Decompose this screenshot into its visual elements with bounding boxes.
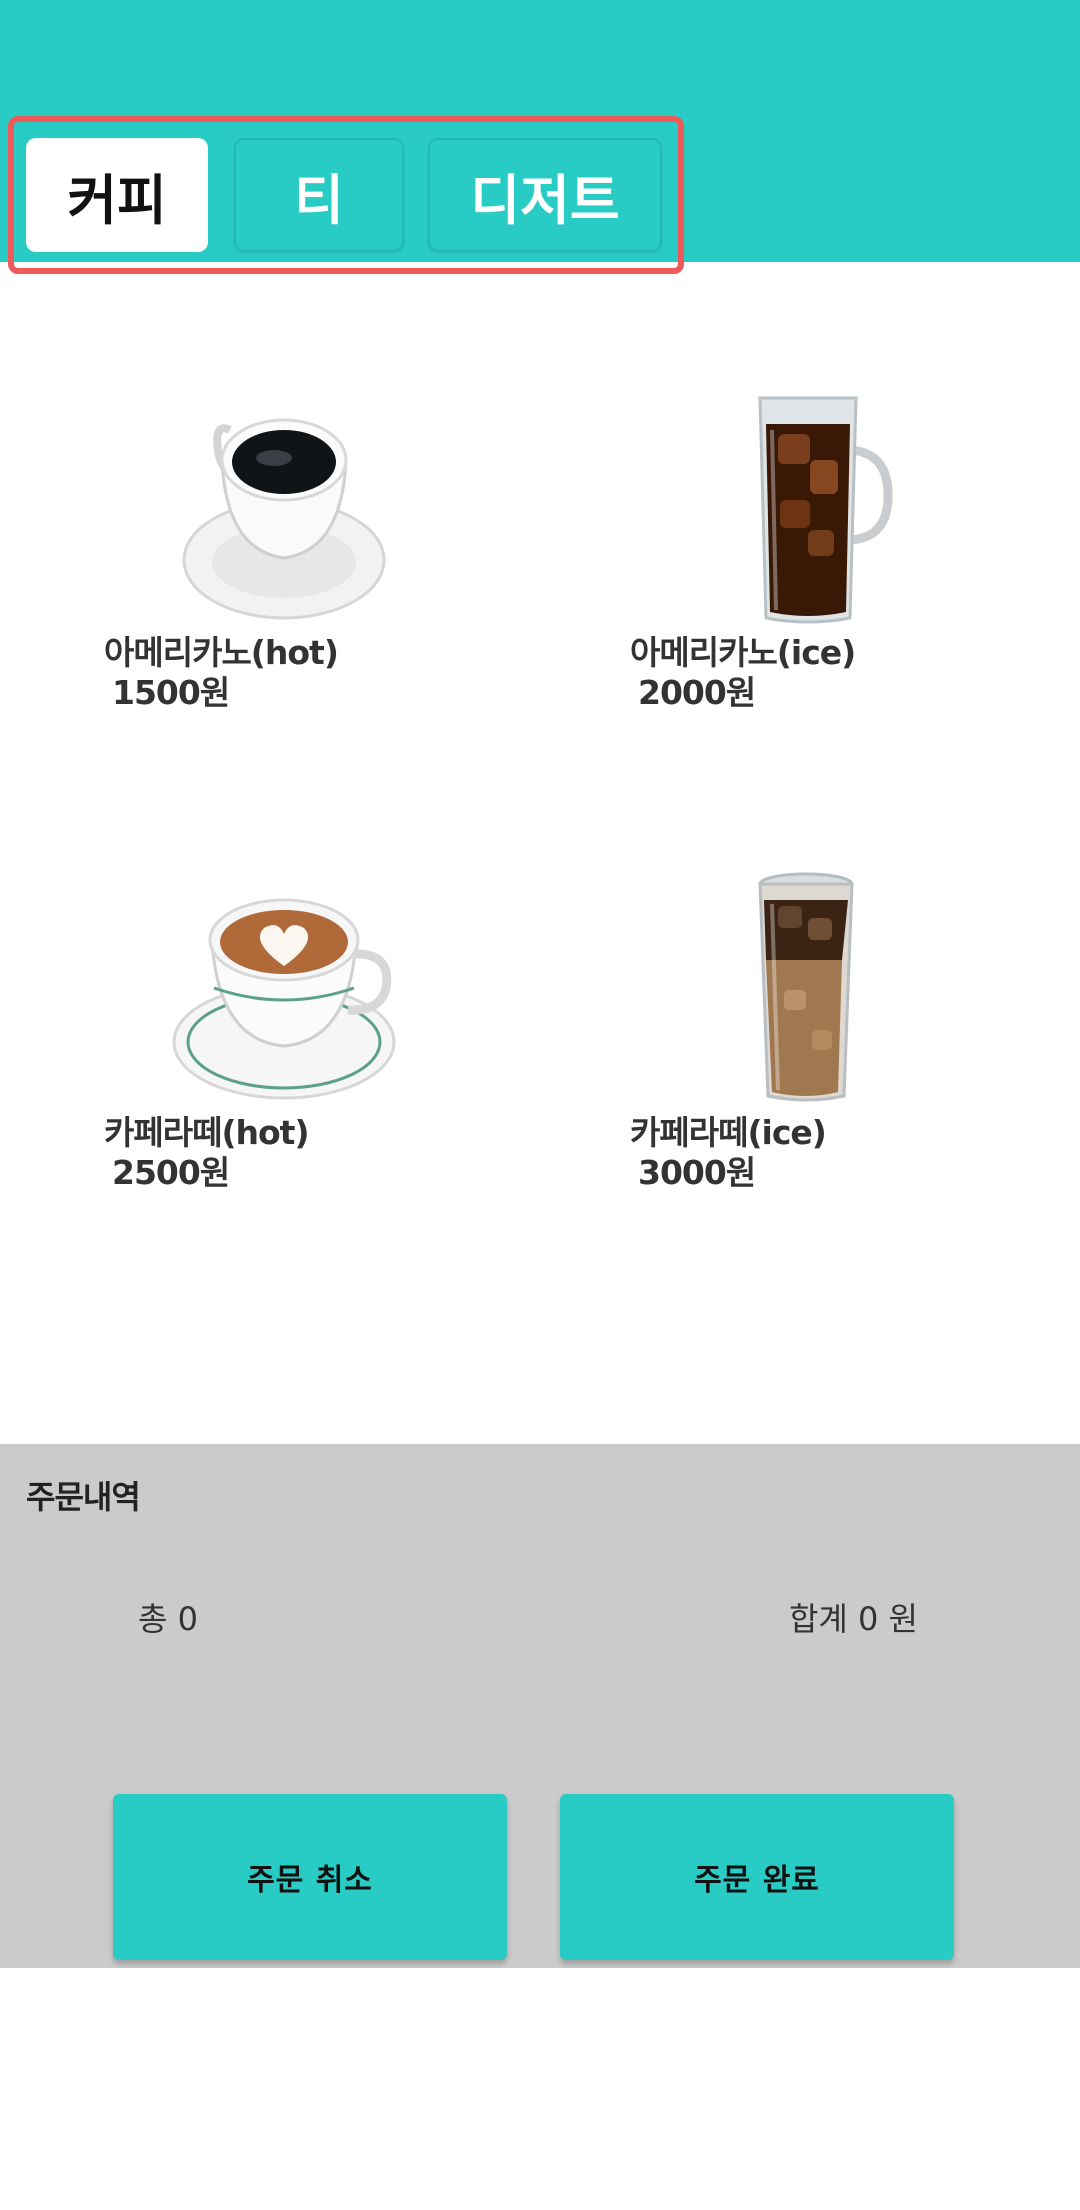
hot-latte-image [172, 898, 396, 1100]
iced-americano-image [758, 396, 893, 624]
menu-item-price: 1500원 [112, 673, 230, 712]
menu-item-americano-hot[interactable]: 아메리카노(hot) 1500원 [104, 390, 484, 750]
hot-americano-image [182, 418, 386, 620]
order-count: 총 0 [138, 1600, 198, 1638]
menu-item-price: 3000원 [638, 1153, 756, 1192]
complete-order-button[interactable]: 주문 완료 [560, 1794, 954, 1960]
order-panel: 주문내역 총 0 합계 0 원 주문 취소 주문 완료 [0, 1444, 1080, 1968]
order-total: 합계 0 원 [788, 1600, 918, 1638]
menu-item-americano-ice[interactable]: 아메리카노(ice) 2000원 [630, 390, 1010, 750]
menu-item-latte-hot[interactable]: 카페라떼(hot) 2500원 [104, 870, 484, 1230]
menu-item-price: 2500원 [112, 1153, 230, 1192]
tab-tea[interactable]: 티 [234, 138, 404, 252]
tab-dessert[interactable]: 디저트 [428, 138, 662, 252]
cancel-order-button[interactable]: 주문 취소 [113, 1794, 507, 1960]
menu-item-latte-ice[interactable]: 카페라떼(ice) 3000원 [630, 870, 1010, 1230]
order-title: 주문내역 [26, 1478, 141, 1516]
tab-coffee[interactable]: 커피 [26, 138, 208, 252]
iced-latte-image [758, 872, 854, 1102]
menu-item-price: 2000원 [638, 673, 756, 712]
